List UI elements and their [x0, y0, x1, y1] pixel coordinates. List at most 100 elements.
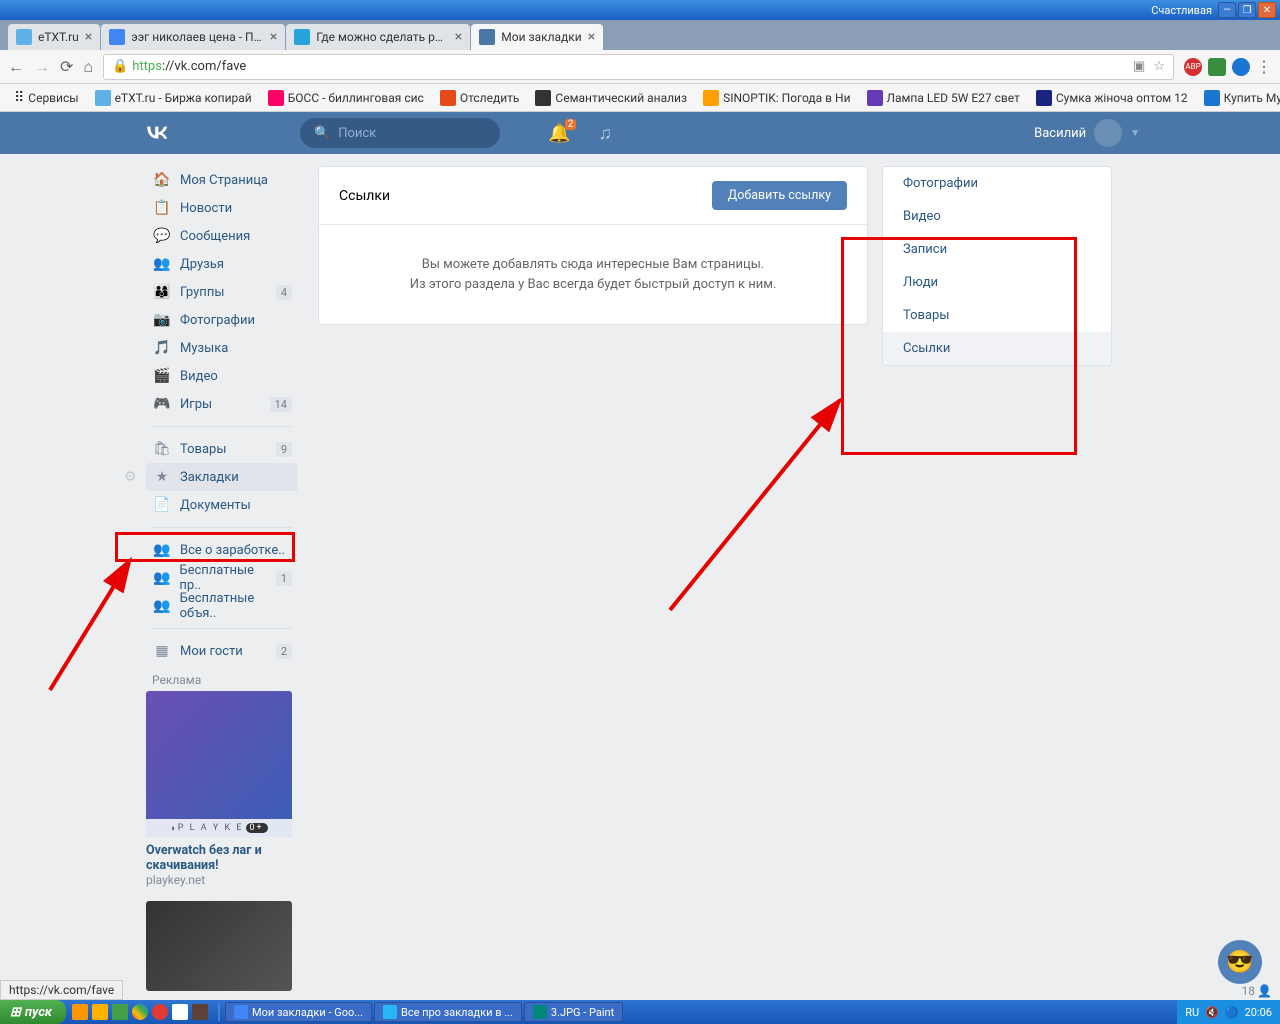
qr-icon[interactable]: ▣: [1133, 59, 1145, 74]
star-icon[interactable]: ☆: [1153, 59, 1165, 74]
ad-image[interactable]: ◗P L A Y K E0+: [146, 691, 292, 837]
browser-tab[interactable]: eTXT.ru×: [8, 24, 100, 50]
home-button[interactable]: ⌂: [83, 57, 93, 77]
sidebar-item[interactable]: 👥Все о заработке..: [146, 536, 298, 564]
ad-title[interactable]: Overwatch без лаг и скачивания!: [146, 837, 298, 873]
online-count[interactable]: 18 👤: [1242, 984, 1272, 998]
sidebar-item[interactable]: 🛍Товары9: [146, 435, 298, 463]
task-icon: [234, 1005, 248, 1019]
extension-icon[interactable]: [1208, 58, 1226, 76]
bookmark-favicon: [268, 90, 284, 106]
bookmark-item[interactable]: Лампа LED 5W E27 свет: [861, 88, 1026, 108]
sidebar-item[interactable]: 🎬Видео: [146, 362, 298, 390]
quicklaunch-icon[interactable]: [192, 1004, 208, 1020]
bookmark-label: Лампа LED 5W E27 свет: [887, 91, 1020, 105]
sidebar-item[interactable]: ⚙★Закладки: [146, 463, 298, 491]
tab-close-icon[interactable]: ×: [588, 29, 595, 45]
add-link-button[interactable]: Добавить ссылку: [712, 181, 847, 210]
quicklaunch-icon[interactable]: [112, 1004, 128, 1020]
bookmark-item[interactable]: БОСС - биллинговая сис: [262, 88, 430, 108]
start-button[interactable]: ⊞пуск: [0, 1000, 66, 1024]
tray-lang[interactable]: RU: [1185, 1006, 1199, 1019]
nav-label: Бесплатные объя..: [180, 591, 292, 621]
bookmark-label: eTXT.ru - Биржа копирай: [115, 91, 252, 105]
minimize-button[interactable]: —: [1218, 2, 1236, 18]
menu-button[interactable]: ⋮: [1256, 57, 1272, 76]
bookmark-item[interactable]: Сумка жіноча оптом 12: [1030, 88, 1194, 108]
vk-logo-icon[interactable]: [140, 123, 172, 143]
close-button[interactable]: ✕: [1258, 2, 1276, 18]
tab-close-icon[interactable]: ×: [270, 29, 277, 45]
sidebar-item[interactable]: 👥Друзья: [146, 250, 298, 278]
bookmark-item[interactable]: SINOPTIK: Погода в Ни: [697, 88, 856, 108]
address-bar[interactable]: 🔒 https://vk.com/fave ▣ ☆: [103, 54, 1174, 80]
music-button[interactable]: ♫: [598, 123, 612, 144]
sidebar-item[interactable]: 👥Бесплатные объя..: [146, 592, 298, 620]
avatar: [1094, 119, 1122, 147]
tab-close-icon[interactable]: ×: [455, 29, 462, 45]
lock-icon: 🔒: [112, 59, 128, 74]
forward-button[interactable]: →: [34, 57, 50, 77]
notifications-button[interactable]: 🔔2: [548, 123, 570, 144]
back-button[interactable]: ←: [8, 57, 24, 77]
apps-icon: ⠿: [14, 90, 24, 106]
status-bar-url: https://vk.com/fave: [0, 980, 123, 1000]
fave-tab[interactable]: Товары: [883, 299, 1111, 332]
bookmark-item[interactable]: eTXT.ru - Биржа копирай: [89, 88, 258, 108]
tray-time[interactable]: 20:06: [1245, 1006, 1272, 1019]
quicklaunch-icon[interactable]: [152, 1004, 168, 1020]
apps-button[interactable]: ⠿Сервисы: [8, 88, 85, 108]
quicklaunch-icon[interactable]: [172, 1004, 188, 1020]
sidebar-item[interactable]: 👥Бесплатные пр..1: [146, 564, 298, 592]
sidebar-item[interactable]: 📄Документы: [146, 491, 298, 519]
sidebar-item[interactable]: ▦Мои гости2: [146, 637, 298, 665]
ad-domain: playkey.net: [146, 873, 298, 887]
extension-icon[interactable]: [1232, 58, 1250, 76]
sidebar-item[interactable]: 🎵Музыка: [146, 334, 298, 362]
maximize-button[interactable]: ❐: [1238, 2, 1256, 18]
sidebar-item[interactable]: 📋Новости: [146, 194, 298, 222]
sidebar-nav: 🏠Моя Страница📋Новости💬Сообщения👥Друзья👨‍…: [140, 166, 304, 991]
abp-extension-icon[interactable]: ABP: [1184, 58, 1202, 76]
browser-tab[interactable]: ээг николаев цена - Поиск×: [101, 24, 285, 50]
bookmark-favicon: [95, 90, 111, 106]
taskbar-task[interactable]: 3.JPG - Paint: [524, 1002, 623, 1022]
taskbar-task[interactable]: Все про закладки в ...: [374, 1002, 522, 1022]
fave-tab[interactable]: Видео: [883, 200, 1111, 233]
quicklaunch-icon[interactable]: [92, 1004, 108, 1020]
bookmark-item[interactable]: Купить Мужская Рубаш: [1198, 88, 1280, 108]
taskbar-task[interactable]: Мои закладки - Goo...: [225, 1002, 372, 1022]
tab-close-icon[interactable]: ×: [85, 29, 92, 45]
sidebar-item[interactable]: 🏠Моя Страница: [146, 166, 298, 194]
bookmark-item[interactable]: Семантический анализ: [529, 88, 693, 108]
search-input[interactable]: 🔍 Поиск: [300, 118, 500, 148]
tray-icon[interactable]: 🔇: [1205, 1006, 1219, 1019]
panel-title: Ссылки: [339, 188, 390, 204]
nav-label: Закладки: [180, 470, 239, 485]
fave-tab[interactable]: Фотографии: [883, 167, 1111, 200]
browser-tab[interactable]: Мои закладки×: [471, 24, 603, 50]
ad-image[interactable]: [146, 901, 292, 991]
chrome-icon[interactable]: [132, 1004, 148, 1020]
browser-tab[interactable]: Где можно сделать ребенк×: [286, 24, 470, 50]
quicklaunch-icon[interactable]: [72, 1004, 88, 1020]
search-icon: 🔍: [314, 126, 330, 141]
bookmark-item[interactable]: Отследить: [434, 88, 526, 108]
sidebar-item[interactable]: 📷Фотографии: [146, 306, 298, 334]
sidebar-item[interactable]: 💬Сообщения: [146, 222, 298, 250]
fave-tab[interactable]: Люди: [883, 266, 1111, 299]
tray-icon[interactable]: 🔵: [1225, 1006, 1239, 1019]
gear-icon[interactable]: ⚙: [124, 469, 137, 485]
nav-icon: 📄: [152, 497, 172, 513]
nav-label: Фотографии: [180, 313, 255, 328]
bookmark-favicon: [1036, 90, 1052, 106]
sidebar-item[interactable]: 👨‍👩‍👦Группы4: [146, 278, 298, 306]
chat-widget-button[interactable]: 😎: [1218, 940, 1262, 984]
fave-tab[interactable]: Записи: [883, 233, 1111, 266]
nav-count-badge: 1: [276, 571, 292, 586]
window-profile-label: Счастливая: [1151, 4, 1212, 17]
sidebar-item[interactable]: 🎮Игры14: [146, 390, 298, 418]
user-menu[interactable]: Василий ▼: [1034, 119, 1140, 147]
fave-tab[interactable]: Ссылки: [883, 332, 1111, 365]
reload-button[interactable]: ⟳: [60, 57, 73, 76]
